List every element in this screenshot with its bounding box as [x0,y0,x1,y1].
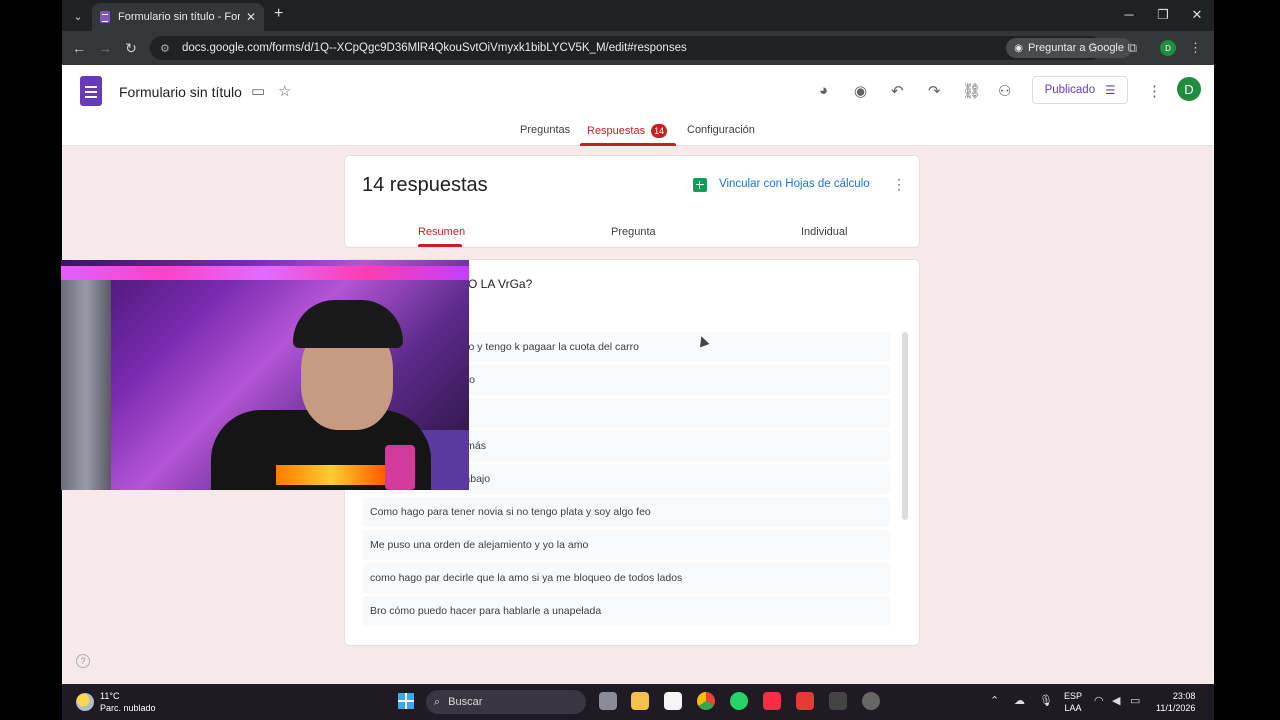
subtab-individual[interactable]: Individual [801,226,847,238]
responses-count-badge: 14 [651,124,668,138]
subtab-question[interactable]: Pregunta [611,226,656,238]
subtab-indicator [418,244,462,247]
forms-favicon-icon [100,11,110,23]
windows-taskbar: 11°C Parc. nublado ⌕ Buscar ⌃ ☁ 🎙 ESP LA… [62,684,1214,720]
link-sheets-button[interactable]: Vincular con Hojas de cálculo [719,178,870,190]
sliders-icon: ☰ [1105,85,1116,97]
list-item: como hago par decirle que la amo si ya m… [363,563,890,593]
palette-icon[interactable]: ◕ [819,82,828,99]
subtab-summary[interactable]: Resumen [418,226,465,238]
task-view-icon[interactable] [599,692,617,710]
close-window-icon[interactable]: ✕ [1180,0,1214,31]
chrome-icon[interactable] [697,692,715,710]
preview-eye-icon[interactable]: ◉ [854,82,867,100]
browser-tab[interactable]: Formulario sin título - Formular ✕ [92,3,264,31]
minimize-icon[interactable]: ─ [1112,0,1146,31]
tab-bar: ⌄ Formulario sin título - Formular ✕ + ─… [62,0,1214,31]
url-text: docs.google.com/forms/d/1Q--XCpQgc9D36Ml… [182,42,687,54]
folder-icon[interactable]: ▭ [251,82,265,100]
back-icon[interactable]: ← [66,40,92,56]
mic-icon[interactable]: 🎙 [1039,694,1053,707]
extensions-icon[interactable]: ⧉ [1128,40,1137,56]
bookmark-star-icon[interactable]: ☆ [1087,40,1099,56]
temperature: 11°C [100,691,120,701]
volume-icon[interactable]: ◀ [1112,694,1120,707]
search-label: Buscar [448,696,483,708]
google-forms-logo-icon[interactable] [80,76,102,106]
list-item: Me puso una orden de alejamiento y yo la… [363,530,890,560]
star-icon[interactable]: ☆ [278,82,291,100]
lang-layout: LAA [1064,703,1082,713]
wifi-icon[interactable]: ◠ [1094,694,1104,707]
led-lights [61,266,469,280]
address-bar[interactable]: ⚙ docs.google.com/forms/d/1Q--XCpQgc9D36… [150,36,1102,60]
redo-icon[interactable]: ↷ [928,82,941,100]
browser-profile-avatar[interactable]: D [1160,40,1176,56]
webcam-overlay [61,260,469,490]
form-title[interactable]: Formulario sin título [119,84,242,100]
weather-icon [76,693,94,711]
music-icon[interactable] [763,692,781,710]
date: 11/1/2026 [1156,703,1196,713]
windows-start-icon[interactable] [398,693,414,709]
reload-icon[interactable]: ↻ [118,40,144,57]
summary-card: 14 respuestas Vincular con Hojas de cálc… [344,155,920,248]
recorder-icon[interactable] [796,692,814,710]
forward-icon[interactable]: → [92,40,118,56]
responses-count: 14 respuestas [362,174,488,196]
published-button[interactable]: Publicado ☰ [1032,76,1128,104]
clock[interactable]: 23:08 11/1/2026 [1156,690,1195,714]
whatsapp-icon[interactable] [730,692,748,710]
form-tabs: Preguntas Respuestas 14 Configuración [62,123,1214,146]
obs-icon[interactable] [829,692,847,710]
cup-shape [385,445,415,490]
tab-responses[interactable]: Respuestas 14 [587,124,668,138]
ask-google-label: Preguntar a Google [1027,42,1124,54]
shirt-logo [276,465,386,485]
tab-title: Formulario sin título - Formular [118,11,240,23]
link-icon[interactable]: ⛓ [962,82,981,100]
tab-responses-label: Respuestas [587,125,646,137]
close-tab-icon[interactable]: ✕ [246,10,256,24]
help-icon[interactable]: ? [76,654,90,668]
list-item: Como hago para tener novia si no tengo p… [363,497,890,527]
battery-icon[interactable]: ▭ [1130,694,1140,707]
language-indicator[interactable]: ESP LAA [1064,690,1082,714]
store-icon[interactable] [664,692,682,710]
restore-icon[interactable]: ❐ [1146,0,1180,31]
file-explorer-icon[interactable] [631,692,649,710]
fridge-shape [61,280,111,490]
ask-google-button[interactable]: ◉ Preguntar a Google [1006,38,1132,58]
onedrive-icon[interactable]: ☁ [1014,694,1025,707]
taskbar-search[interactable]: ⌕ Buscar [426,690,586,714]
list-item: Bro cómo puedo hacer para hablarle a una… [363,596,890,626]
search-icon: ⌕ [434,695,441,708]
sheets-icon[interactable] [693,178,707,192]
lens-icon: ◉ [1014,42,1023,54]
tab-search-icon[interactable]: ⌄ [68,6,88,26]
more-options-icon[interactable]: ⋮ [1147,82,1162,100]
tab-settings[interactable]: Configuración [687,124,755,136]
answers-scrollbar[interactable] [902,332,908,520]
tray-chevron-icon[interactable]: ⌃ [990,694,999,707]
weather-widget[interactable]: 11°C Parc. nublado [76,690,156,714]
avatar[interactable]: D [1177,77,1201,101]
browser-menu-icon[interactable]: ⋮ [1189,40,1202,56]
window-controls: ─ ❐ ✕ [1112,0,1214,31]
new-tab-icon[interactable]: + [274,5,283,23]
tab-questions[interactable]: Preguntas [520,124,570,136]
forms-header: Formulario sin título ▭ ☆ ◕ ◉ ↶ ↷ ⛓ ⚇ Pu… [62,65,1214,146]
app-icon[interactable] [862,692,880,710]
add-collaborator-icon[interactable]: ⚇ [998,82,1011,100]
more-actions-icon[interactable]: ⋮ [892,176,906,193]
lang-code: ESP [1064,691,1083,701]
person-cap [293,300,403,348]
site-info-icon[interactable]: ⚙ [160,42,174,55]
weather-desc: Parc. nublado [100,703,156,713]
question-title: O LA VrGa? [468,277,533,291]
undo-icon[interactable]: ↶ [891,82,904,100]
published-label: Publicado [1044,84,1096,96]
time: 23:08 [1172,691,1196,701]
